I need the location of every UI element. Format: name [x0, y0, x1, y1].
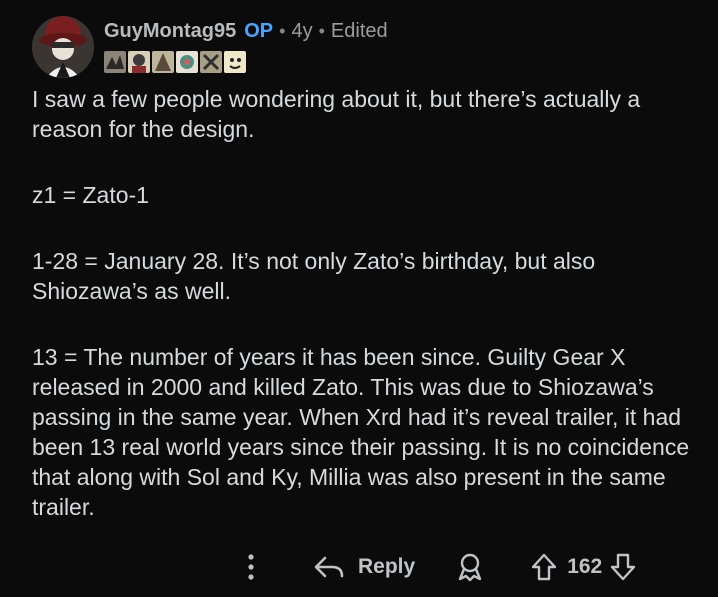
flair-icon-5	[200, 51, 222, 73]
more-vertical-icon	[248, 554, 254, 580]
award-button[interactable]	[453, 547, 487, 587]
award-icon	[458, 553, 482, 582]
comment-paragraph: 1-28 = January 28. It’s not only Zato’s …	[32, 248, 596, 304]
comment-body: I saw a few people wondering about it, b…	[32, 84, 702, 522]
flair-icon-1	[104, 51, 126, 73]
avatar-image	[32, 16, 94, 78]
meta-separator: •	[318, 21, 325, 41]
comment-paragraph: I saw a few people wondering about it, b…	[32, 86, 641, 142]
downvote-arrow-icon	[611, 553, 636, 581]
upvote-arrow-icon	[531, 553, 557, 581]
comment-age: 4y	[291, 20, 313, 42]
comment-header: GuyMontag95 OP • 4y • Edited	[104, 20, 388, 50]
comment-paragraph: z1 = Zato-1	[32, 182, 149, 208]
upvote-button[interactable]	[531, 553, 557, 581]
comment: GuyMontag95 OP • 4y • Edited I saw a few…	[0, 0, 718, 597]
edited-label: Edited	[330, 20, 388, 42]
flair-icon-4	[176, 51, 198, 73]
comment-paragraph: 13 = The number of years it has been sin…	[32, 344, 690, 520]
vote-controls: 162	[531, 553, 636, 581]
reply-label: Reply	[358, 555, 416, 578]
reply-button[interactable]: Reply	[314, 555, 415, 579]
op-badge: OP	[244, 20, 274, 42]
meta-separator: •	[279, 21, 286, 41]
more-options-button[interactable]	[236, 547, 266, 587]
author-username[interactable]: GuyMontag95	[104, 20, 236, 43]
vote-score: 162	[567, 555, 603, 578]
flair-icon-2	[128, 51, 150, 73]
reply-arrow-icon	[314, 556, 344, 578]
avatar[interactable]	[32, 16, 94, 78]
downvote-button[interactable]	[610, 553, 636, 581]
flair-icon-3	[152, 51, 174, 73]
user-flair	[104, 51, 246, 73]
comment-actions: Reply 162	[236, 547, 636, 587]
flair-icon-6	[224, 51, 246, 73]
